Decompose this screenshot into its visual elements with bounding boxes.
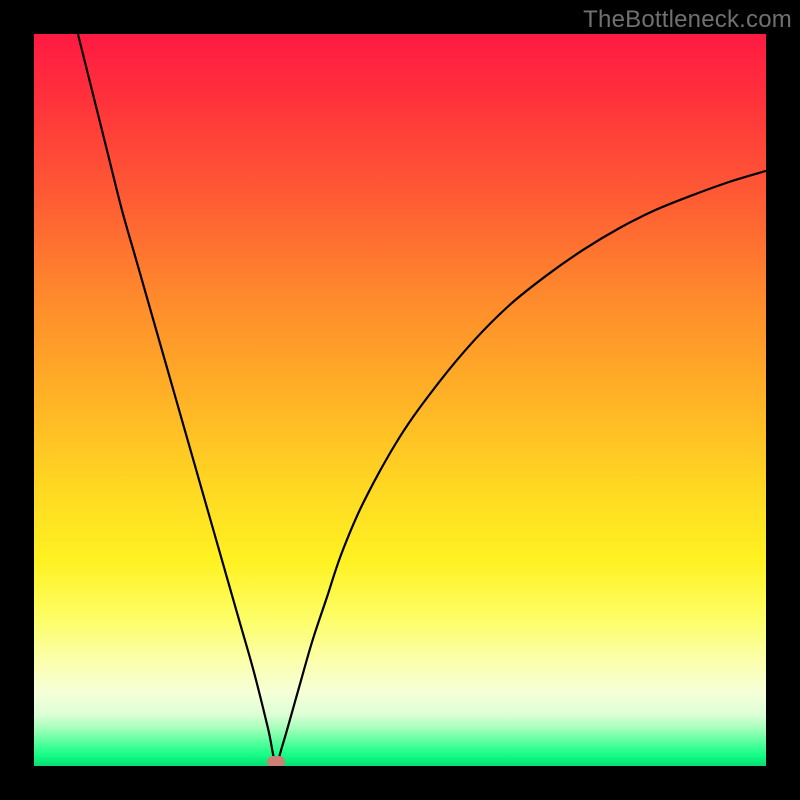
chart-frame: TheBottleneck.com [0, 0, 800, 800]
bottleneck-curve [78, 34, 766, 763]
plot-area [34, 34, 766, 766]
optimal-point-marker [267, 756, 285, 766]
curve-layer [34, 34, 766, 766]
watermark-text: TheBottleneck.com [583, 6, 792, 34]
